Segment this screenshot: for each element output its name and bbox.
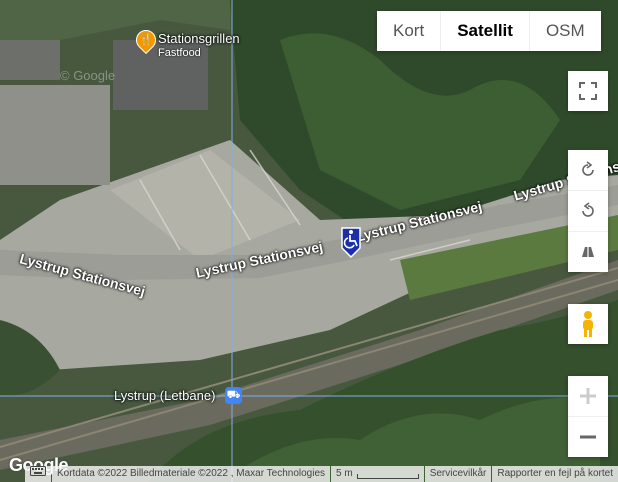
rotate-tilt-control (568, 150, 608, 272)
tilt-button[interactable] (568, 232, 608, 272)
rotate-clockwise-button[interactable] (568, 150, 608, 191)
minus-icon (580, 435, 596, 439)
map-type-kort[interactable]: Kort (377, 11, 442, 51)
zoom-in-button[interactable] (568, 376, 608, 417)
plus-icon (580, 388, 596, 404)
rotate-counterclockwise-icon (582, 202, 594, 217)
scale-bar[interactable]: 5 m (331, 466, 424, 482)
map-type-osm[interactable]: OSM (530, 11, 601, 51)
poi-category: Fastfood (158, 47, 201, 59)
map-data-attribution: Kortdata ©2022 Billedmateriale ©2022 , M… (51, 466, 331, 482)
pegman-button[interactable] (568, 304, 608, 344)
pegman-icon (583, 311, 593, 337)
scale-label: 5 m (336, 468, 353, 479)
imagery-watermark: © Google (60, 68, 116, 83)
tilt-icon (582, 247, 594, 257)
terms-link[interactable]: Servicevilkår (424, 466, 492, 482)
zoom-control (568, 376, 608, 457)
fullscreen-button[interactable] (568, 71, 608, 111)
report-error-link[interactable]: Rapporter en fejl på kortet (492, 466, 618, 482)
attribution-bar: Kortdata ©2022 Billedmateriale ©2022 , M… (0, 466, 618, 482)
satellite-map[interactable]: © Google 🍴 Stationsgrillen Fastfood Lyst… (0, 0, 618, 482)
zoom-out-button[interactable] (568, 417, 608, 457)
tram-icon[interactable]: ⛟ (225, 387, 242, 404)
wheelchair-marker[interactable] (340, 226, 362, 258)
map-type-satellit[interactable]: Satellit (441, 11, 530, 51)
keyboard-shortcuts-button[interactable] (24, 466, 51, 482)
street-view-control (568, 304, 608, 344)
fullscreen-control (568, 71, 608, 111)
rotate-counterclockwise-button[interactable] (568, 191, 608, 232)
wheelchair-icon (341, 227, 361, 258)
rotate-clockwise-icon (582, 161, 594, 176)
keyboard-icon (29, 466, 46, 476)
fullscreen-icon (579, 82, 597, 100)
poi-name[interactable]: Stationsgrillen (158, 31, 240, 46)
scale-line (356, 473, 419, 479)
station-label[interactable]: Lystrup (Letbane) (114, 388, 215, 403)
map-type-control: Kort Satellit OSM (377, 11, 601, 51)
